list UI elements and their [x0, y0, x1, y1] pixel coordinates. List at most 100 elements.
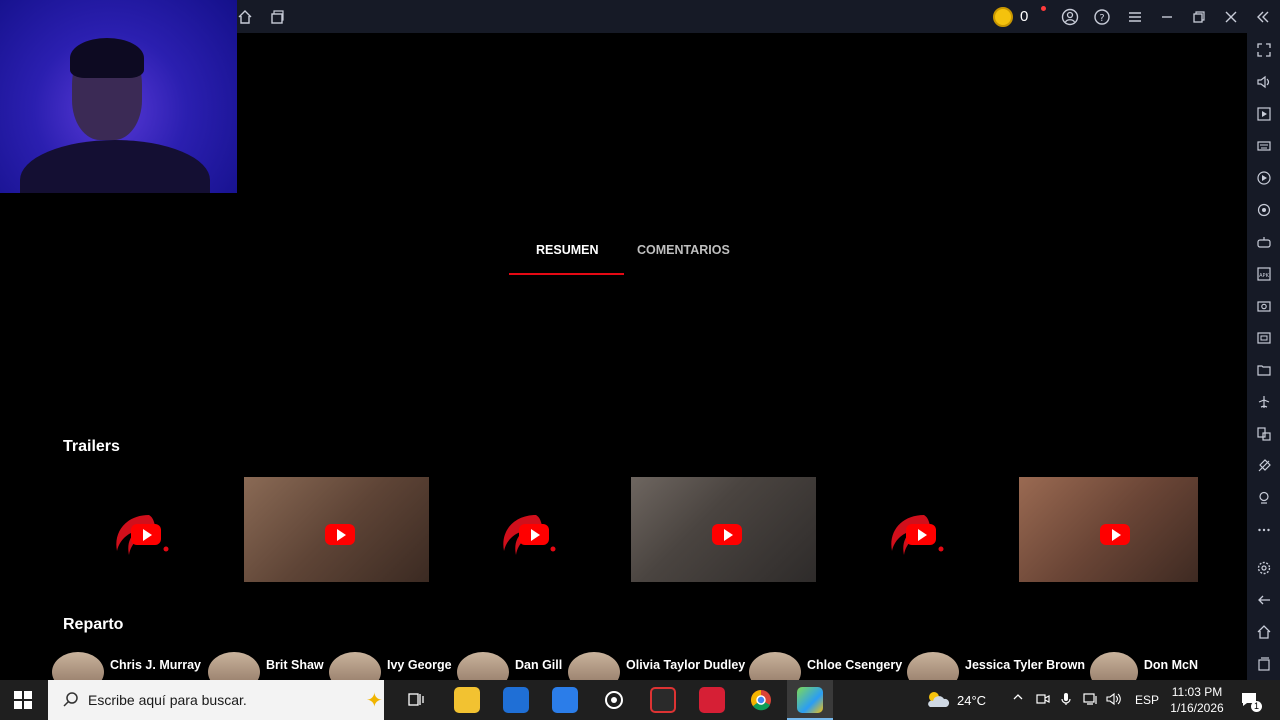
cast-member[interactable]: Chris J. Murray	[52, 648, 202, 692]
tab-resumen[interactable]: RESUMEN	[536, 243, 599, 257]
macro-icon[interactable]	[1255, 169, 1272, 186]
cast-name: Ivy George	[387, 658, 452, 672]
cast-member[interactable]: Brit Shaw	[208, 648, 324, 692]
account-icon[interactable]	[1061, 8, 1079, 26]
active-tab-indicator	[509, 273, 624, 275]
play-icon	[906, 524, 936, 545]
cast-name: Don McN	[1143, 658, 1198, 672]
menu-icon[interactable]	[1126, 8, 1144, 26]
more-icon[interactable]	[1255, 521, 1272, 538]
cast-member[interactable]: Don McN	[1090, 648, 1198, 682]
minimize-icon[interactable]	[1158, 8, 1176, 26]
store-icon[interactable]	[552, 687, 578, 713]
cast-name: Chris J. Murray	[110, 658, 202, 672]
windows-taskbar: Escribe aquí para buscar. ✦ 24°C ESP 11:…	[0, 680, 1280, 720]
search-icon	[63, 692, 78, 707]
copilot-sparkle-icon: ✦	[366, 690, 383, 712]
media-icon[interactable]	[1255, 105, 1272, 122]
recents-icon[interactable]	[1255, 655, 1272, 672]
sync-icon[interactable]	[1255, 201, 1272, 218]
trailer-card[interactable]	[838, 477, 1004, 582]
cast-name: Dan Gill	[515, 658, 563, 672]
apk-icon[interactable]: APK	[1255, 265, 1272, 282]
trailer-card[interactable]	[1019, 477, 1198, 582]
coin-icon[interactable]	[993, 7, 1013, 27]
svg-text:?: ?	[1099, 13, 1104, 24]
fullscreen-icon[interactable]	[1255, 41, 1272, 58]
clock-time: 11:03 PM	[1171, 685, 1223, 699]
home-icon[interactable]	[236, 8, 254, 26]
language-indicator[interactable]: ESP	[1135, 693, 1159, 707]
svg-text:APK: APK	[1259, 273, 1269, 279]
back-icon[interactable]	[1255, 591, 1272, 608]
clock[interactable]: 11:03 PM 1/16/2026	[1164, 684, 1230, 716]
windows-start-icon[interactable]	[14, 691, 32, 709]
cast-member[interactable]: Dan Gill	[457, 648, 563, 692]
task-view-icon[interactable]	[403, 687, 429, 713]
keyboard-icon[interactable]	[1255, 137, 1272, 154]
speaker-icon[interactable]	[1106, 692, 1122, 709]
play-icon	[131, 524, 161, 545]
search-placeholder: Escribe aquí para buscar.	[88, 692, 247, 708]
close-icon[interactable]	[1222, 8, 1240, 26]
play-icon	[712, 524, 742, 545]
bluestacks-icon[interactable]	[797, 687, 823, 713]
avatar	[1090, 652, 1138, 682]
weather-temp: 24°C	[957, 693, 987, 708]
coin-count: 0	[1020, 8, 1029, 25]
tab-comentarios[interactable]: COMENTARIOS	[637, 243, 730, 257]
multi-instance-icon[interactable]	[1255, 425, 1272, 442]
webcam-overlay	[0, 0, 237, 193]
clock-date: 1/16/2026	[1170, 701, 1224, 715]
media-app-icon[interactable]	[699, 687, 725, 713]
android-home-icon[interactable]	[1255, 623, 1272, 640]
notification-dot	[1041, 6, 1046, 11]
cast-member[interactable]: Olivia Taylor Dudley	[568, 648, 746, 692]
multi-window-icon[interactable]	[268, 8, 286, 26]
play-icon	[519, 524, 549, 545]
controller-icon[interactable]	[1255, 233, 1272, 250]
cast-name: Olivia Taylor Dudley	[626, 658, 746, 672]
cast-member[interactable]: Ivy George	[329, 648, 452, 692]
camera-icon[interactable]	[1036, 692, 1050, 709]
game-app-icon[interactable]	[650, 687, 676, 713]
webcam-person-body	[20, 140, 210, 193]
cast-name: Jessica Tyler Brown	[965, 658, 1085, 672]
location-icon[interactable]	[1255, 489, 1272, 506]
webcam-person-hair	[70, 38, 144, 78]
emulator-window: 0 ? RESUMEN COMENTARIOS Trailers Reparto…	[0, 0, 1280, 692]
tray-chevron-icon[interactable]	[1012, 691, 1024, 706]
play-icon	[1100, 524, 1130, 545]
emulator-sidebar: APK	[1247, 33, 1280, 680]
trailers-heading: Trailers	[63, 438, 120, 455]
cast-heading: Reparto	[63, 616, 124, 633]
settings-icon[interactable]	[1255, 559, 1272, 576]
cast-member[interactable]: Chloe Csengery	[749, 648, 903, 692]
notification-count-badge: 1	[1251, 701, 1262, 712]
play-icon	[325, 524, 355, 545]
cast-name: Chloe Csengery	[807, 658, 903, 672]
trailer-card[interactable]	[63, 477, 229, 582]
folder-icon[interactable]	[1255, 361, 1272, 378]
record-icon[interactable]	[1255, 329, 1272, 346]
volume-icon[interactable]	[1255, 73, 1272, 90]
airplane-icon[interactable]	[1255, 393, 1272, 410]
steam-icon[interactable]	[601, 687, 627, 713]
cast-name: Brit Shaw	[266, 658, 324, 672]
trailer-card[interactable]	[631, 477, 816, 582]
eco-icon[interactable]	[1255, 457, 1272, 474]
restore-icon[interactable]	[1190, 8, 1208, 26]
microphone-icon[interactable]	[1060, 692, 1072, 709]
chrome-icon[interactable]	[748, 687, 774, 713]
screenshot-icon[interactable]	[1255, 297, 1272, 314]
network-icon[interactable]	[1083, 692, 1099, 709]
cast-member[interactable]: Jessica Tyler Brown	[907, 648, 1085, 692]
trailer-card[interactable]	[244, 477, 429, 582]
file-explorer-icon[interactable]	[454, 687, 480, 713]
taskbar-search[interactable]: Escribe aquí para buscar. ✦	[48, 680, 384, 720]
outlook-icon[interactable]	[503, 687, 529, 713]
collapse-sidebar-icon[interactable]	[1254, 8, 1272, 26]
weather-icon[interactable]	[924, 687, 950, 713]
trailer-card[interactable]	[450, 477, 616, 582]
help-icon[interactable]: ?	[1093, 8, 1111, 26]
